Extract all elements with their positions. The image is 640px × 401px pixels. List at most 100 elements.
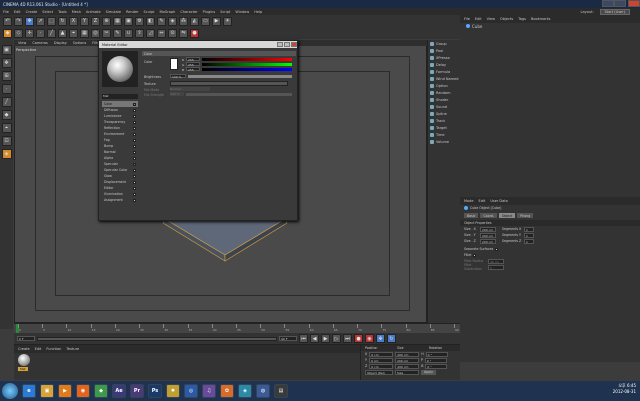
maximize-button[interactable]: [614, 0, 626, 7]
size-field[interactable]: 200 cm: [394, 357, 419, 363]
channel-checkbox[interactable]: [133, 192, 136, 196]
cube-object-button[interactable]: ◧: [146, 16, 155, 26]
palette-item[interactable]: XPresso: [428, 54, 460, 61]
end-frame-field[interactable]: 90 F: [279, 336, 297, 341]
material-name-field[interactable]: Mat: [102, 94, 138, 99]
workplane-icon[interactable]: ◈: [1, 149, 12, 159]
magnet-button[interactable]: ∪: [124, 28, 133, 38]
next-frame-button[interactable]: ▷: [332, 334, 341, 343]
object-item-cube[interactable]: Cube: [460, 23, 640, 29]
channel-checkbox[interactable]: [133, 162, 136, 166]
material-swatch-label[interactable]: Mat: [18, 367, 28, 371]
brightness-field[interactable]: 100 %: [170, 74, 186, 79]
bevel-button[interactable]: ◿: [146, 28, 155, 38]
knife-button[interactable]: ✂: [102, 28, 111, 38]
channel-checkbox[interactable]: [133, 120, 136, 124]
fillet-subdivision-field[interactable]: 5: [488, 264, 504, 270]
brush-button[interactable]: ✎: [113, 28, 122, 38]
goto-end-button[interactable]: ⏭: [343, 334, 352, 343]
palette-item[interactable]: Sound: [428, 103, 460, 110]
channel-checkbox[interactable]: [133, 150, 136, 154]
menu-character[interactable]: Character: [180, 10, 197, 14]
point-icon[interactable]: ·: [1, 84, 12, 94]
close-button[interactable]: [628, 0, 640, 7]
g-slider[interactable]: [202, 63, 292, 66]
object-axis-icon[interactable]: ⊞: [1, 71, 12, 81]
rotation-field[interactable]: 0 °: [424, 357, 447, 363]
palette-item[interactable]: Pool: [428, 47, 460, 54]
app-green-icon[interactable]: ◆: [94, 384, 108, 398]
rotation-field[interactable]: 0 °: [425, 363, 448, 369]
z-axis-button[interactable]: Z: [91, 16, 100, 26]
model-mode-button[interactable]: ◆: [3, 28, 12, 38]
r-field[interactable]: 255: [186, 57, 200, 62]
menu-animate[interactable]: Animate: [86, 10, 101, 14]
render-view-button[interactable]: ▦: [113, 16, 122, 26]
app-cyan-icon[interactable]: ◈: [238, 384, 252, 398]
object-menu-file[interactable]: File: [464, 17, 470, 21]
palette-item[interactable]: Formula: [428, 68, 460, 75]
size-field[interactable]: 200 cm: [395, 351, 420, 357]
b-field[interactable]: 255: [186, 67, 200, 72]
subdivision-button[interactable]: ◈: [168, 16, 177, 26]
texture-field[interactable]: [170, 81, 288, 86]
render-settings-button[interactable]: ⚙: [135, 16, 144, 26]
channel-checkbox[interactable]: [133, 168, 136, 172]
cinema4d-icon[interactable]: ◍: [256, 384, 270, 398]
viewport-menu-options[interactable]: Options: [73, 41, 87, 45]
tab-object[interactable]: Object: [498, 213, 516, 218]
after-effects-icon[interactable]: Ae: [112, 384, 126, 398]
timeline-ruler[interactable]: 0 5 10 15 20 25 30 35 40 45 50 55 60 65 70 75 80 85 90: [14, 323, 460, 334]
fillet-checkbox[interactable]: [473, 253, 477, 257]
menu-select[interactable]: Select: [42, 10, 53, 14]
channel-checkbox[interactable]: [133, 180, 136, 184]
tab-coord[interactable]: Coord.: [480, 213, 497, 218]
palette-item[interactable]: Shader: [428, 96, 460, 103]
menu-window[interactable]: Window: [235, 10, 249, 14]
range-slider[interactable]: [37, 336, 277, 341]
me-maximize-button[interactable]: [284, 42, 290, 47]
rotate-tool-button[interactable]: ↻: [58, 16, 67, 26]
coords-mode-dropdown[interactable]: Object (Rel): [365, 369, 393, 375]
fillet-radius-field[interactable]: 40 cm: [488, 258, 504, 264]
viewport-menu-display[interactable]: Display: [54, 41, 67, 45]
coord-system-button[interactable]: ⊕: [102, 16, 111, 26]
channel-checkbox[interactable]: [133, 108, 136, 112]
menu-render[interactable]: Render: [126, 10, 138, 14]
keyframe-rotation-button[interactable]: ↻: [387, 334, 396, 343]
system-clock[interactable]: 오후 6:45 2012-08-31: [613, 383, 636, 395]
polygon-icon[interactable]: ◆: [1, 110, 12, 120]
edges-mode-button[interactable]: ╱: [47, 28, 56, 38]
firefox-icon[interactable]: ◉: [76, 384, 90, 398]
tab-phong[interactable]: Phong: [517, 213, 534, 218]
r-slider[interactable]: [202, 58, 292, 61]
material-menu-create[interactable]: Create: [18, 347, 30, 351]
axis-mode-button[interactable]: ✛: [25, 28, 34, 38]
start-frame-field[interactable]: 0 F: [17, 336, 35, 341]
explorer-icon[interactable]: ▣: [40, 384, 54, 398]
seg-z-field[interactable]: 1: [524, 238, 534, 244]
menu-tools[interactable]: Tools: [58, 10, 67, 14]
extrude-button[interactable]: ⇪: [135, 28, 144, 38]
channel-checkbox[interactable]: [133, 114, 136, 118]
mix-mode-dropdown[interactable]: Normal: [170, 87, 210, 91]
material-menu-texture[interactable]: Texture: [66, 347, 79, 351]
goto-start-button[interactable]: ⏮: [299, 334, 308, 343]
size-x-field[interactable]: 200 cm: [480, 226, 496, 232]
material-preview[interactable]: [102, 51, 138, 87]
menu-sculpt[interactable]: Sculpt: [144, 10, 155, 14]
color-swatch[interactable]: [170, 58, 178, 70]
y-axis-button[interactable]: Y: [80, 16, 89, 26]
texture-axis-icon[interactable]: ✥: [1, 58, 12, 68]
autokey-button[interactable]: ◉: [365, 334, 374, 343]
weld-button[interactable]: ⊙: [168, 28, 177, 38]
channel-checkbox[interactable]: [133, 102, 136, 106]
pen-tool-button[interactable]: ✎: [157, 16, 166, 26]
material-swatch[interactable]: [18, 354, 30, 366]
menu-edit[interactable]: Edit: [14, 10, 21, 14]
start-button[interactable]: [2, 383, 18, 399]
app-orange-icon[interactable]: ✿: [220, 384, 234, 398]
play-button[interactable]: ▶: [321, 334, 330, 343]
object-menu-objects[interactable]: Objects: [500, 17, 513, 21]
live-select-button[interactable]: ◎: [91, 28, 100, 38]
